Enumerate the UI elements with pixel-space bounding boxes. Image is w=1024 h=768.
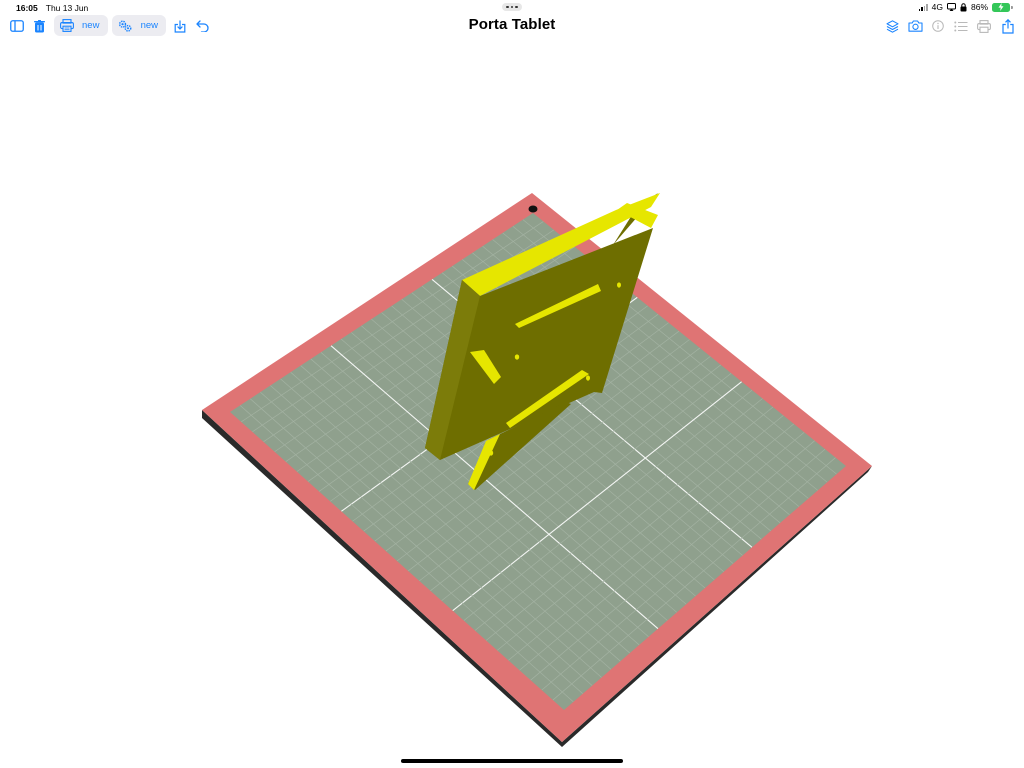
- build-plate-scene: [202, 193, 872, 747]
- origin-marker: [528, 205, 538, 213]
- model-hole: [586, 375, 590, 381]
- model-hole: [514, 354, 520, 360]
- 3d-viewport[interactable]: [0, 40, 1024, 752]
- model-hole: [617, 282, 621, 288]
- home-indicator[interactable]: [401, 759, 623, 763]
- model-hole: [488, 450, 494, 456]
